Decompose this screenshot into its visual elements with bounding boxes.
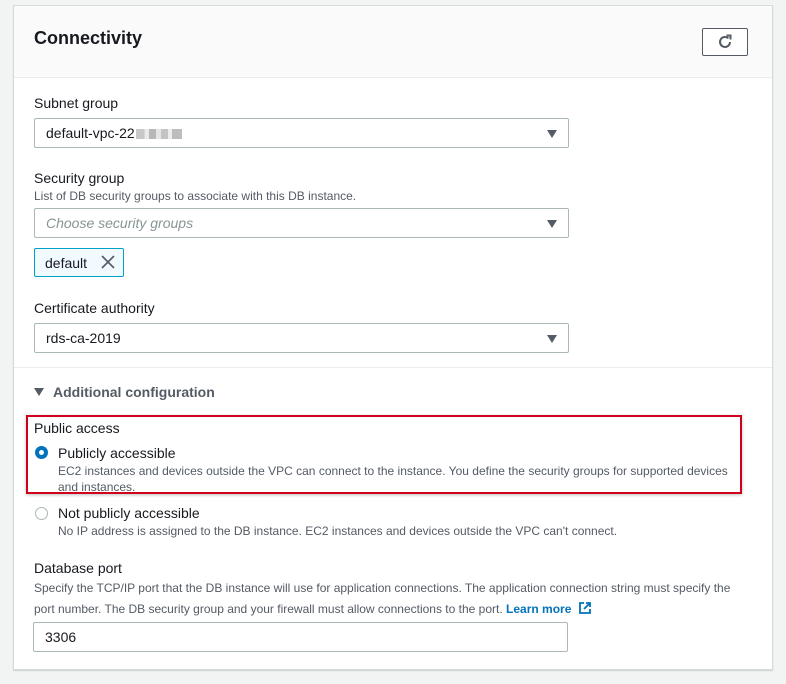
radio-not-publicly-accessible[interactable] xyxy=(35,507,48,520)
database-port-description-text: Specify the TCP/IP port that the DB inst… xyxy=(34,581,731,616)
security-group-select[interactable]: Choose security groups xyxy=(34,208,569,238)
security-group-placeholder: Choose security groups xyxy=(46,215,194,231)
panel-header: Connectivity xyxy=(14,6,772,78)
learn-more-label: Learn more xyxy=(506,602,572,616)
connectivity-panel: Connectivity Subnet group default-vpc-22… xyxy=(13,5,773,670)
learn-more-link[interactable]: Learn more xyxy=(506,602,592,616)
chevron-down-icon xyxy=(547,130,557,138)
panel-title: Connectivity xyxy=(34,28,143,48)
caret-down-icon xyxy=(34,388,44,396)
security-group-description: List of DB security groups to associate … xyxy=(34,189,357,203)
not-publicly-accessible-description: No IP address is assigned to the DB inst… xyxy=(58,524,618,538)
security-group-token: default xyxy=(34,248,124,277)
subnet-group-value: default-vpc-22 xyxy=(46,125,135,141)
radio-publicly-accessible[interactable] xyxy=(35,446,48,459)
publicly-accessible-label: Publicly accessible xyxy=(58,445,176,461)
database-port-label: Database port xyxy=(34,560,122,576)
certificate-authority-value: rds-ca-2019 xyxy=(46,330,121,346)
publicly-accessible-description: EC2 instances and devices outside the VP… xyxy=(58,464,728,494)
redacted-text xyxy=(135,129,182,140)
database-port-input[interactable] xyxy=(33,622,568,652)
security-group-label: Security group xyxy=(34,170,125,186)
subnet-group-select[interactable]: default-vpc-22 xyxy=(34,118,569,148)
refresh-icon xyxy=(719,34,732,48)
external-link-icon xyxy=(578,602,591,614)
additional-configuration-toggle[interactable]: Additional configuration xyxy=(34,384,215,400)
certificate-authority-select[interactable]: rds-ca-2019 xyxy=(34,323,569,353)
certificate-authority-label: Certificate authority xyxy=(34,300,155,316)
token-label: default xyxy=(45,255,88,271)
divider xyxy=(14,367,772,368)
close-icon[interactable] xyxy=(101,255,115,269)
refresh-button[interactable] xyxy=(702,28,748,56)
not-publicly-accessible-label: Not publicly accessible xyxy=(58,505,200,521)
chevron-down-icon xyxy=(547,335,557,343)
database-port-description: Specify the TCP/IP port that the DB inst… xyxy=(34,578,754,620)
chevron-down-icon xyxy=(547,220,557,228)
subnet-group-label: Subnet group xyxy=(34,95,119,111)
additional-configuration-label: Additional configuration xyxy=(53,384,215,400)
